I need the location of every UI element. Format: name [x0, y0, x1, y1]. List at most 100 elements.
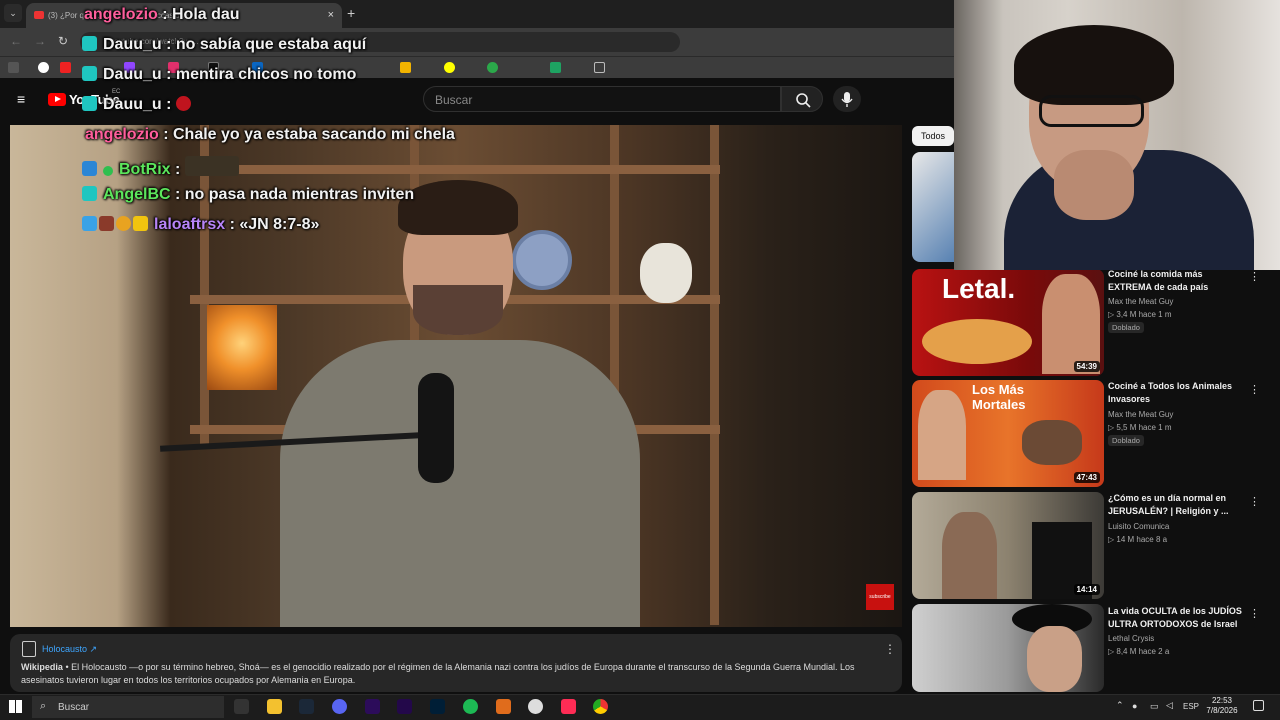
file-explorer-icon[interactable]: [267, 699, 282, 714]
folder-icon[interactable]: [594, 62, 605, 73]
steam-icon[interactable]: [299, 699, 314, 714]
info-panel-text: Wikipedia • El Holocausto —o por su térm…: [21, 661, 881, 687]
country-code: EC: [112, 89, 121, 95]
volume-icon[interactable]: ◁: [1166, 700, 1173, 711]
mic-icon: [841, 92, 853, 107]
discord-icon[interactable]: [332, 699, 347, 714]
chat-text: : Chale yo ya estaba sacando mi chela: [158, 126, 455, 143]
thumbnail-animal: [1022, 420, 1082, 465]
crown-badge-icon: [133, 216, 148, 231]
presenter-body: [280, 340, 640, 627]
epic-games-icon[interactable]: [234, 699, 249, 714]
subscriber-badge-icon: [82, 186, 97, 201]
reload-icon[interactable]: ↻: [58, 34, 68, 48]
wall-clock: [512, 230, 572, 290]
article-icon: [22, 641, 36, 657]
taskbar-search-input[interactable]: ⌕ Buscar: [32, 696, 224, 718]
clock-date: 7/8/2026: [1206, 706, 1238, 715]
more-options-icon[interactable]: ⋮: [1249, 607, 1260, 620]
subscriber-badge-icon: [82, 36, 97, 51]
chat-message: Dauu_u : no sabía que estaba aquí: [82, 36, 366, 54]
spotify-icon[interactable]: [463, 699, 478, 714]
youtube-bookmark-icon[interactable]: [60, 62, 71, 73]
chat-message: AngelBC : no pasa nada mientras inviten: [82, 186, 414, 204]
chat-username: laloaftrsx: [154, 216, 226, 233]
menu-icon[interactable]: ≡: [17, 92, 31, 106]
mic-tray-icon[interactable]: ●: [1132, 701, 1137, 711]
video-thumbnail[interactable]: [912, 604, 1104, 692]
bookmark-icon[interactable]: [444, 62, 455, 73]
windows-start-icon[interactable]: [9, 700, 22, 713]
badge-icon: [116, 216, 131, 231]
more-options-icon[interactable]: ⋮: [1249, 270, 1260, 283]
taskbar-clock[interactable]: 22:53 7/8/2026: [1202, 696, 1242, 716]
voice-search-button[interactable]: [833, 86, 861, 112]
channel-name[interactable]: Max the Meat Guy: [1108, 295, 1173, 308]
thumbnail-person: [918, 390, 966, 480]
video-title[interactable]: ¿Cómo es un día normal en JERUSALÉN? | R…: [1108, 492, 1248, 518]
chat-message: Dauu_u : mentira chicos no tomo: [82, 66, 356, 84]
video-title[interactable]: La vida OCULTA de los JUDÍOS ULTRA ORTOD…: [1108, 605, 1248, 631]
channel-name[interactable]: Max the Meat Guy: [1108, 408, 1173, 421]
close-tab-icon[interactable]: ×: [328, 9, 334, 21]
youtube-logo-icon[interactable]: [48, 93, 66, 106]
search-button[interactable]: [781, 86, 823, 112]
info-panel-title-link[interactable]: Holocausto ↗: [42, 644, 97, 655]
sheets-bookmark-icon[interactable]: [550, 62, 561, 73]
notifications-icon[interactable]: [1253, 700, 1264, 711]
info-panel-body: • El Holocausto —o por su término hebreo…: [21, 662, 855, 685]
bookmark-icon[interactable]: [487, 62, 498, 73]
more-options-icon[interactable]: ⋮: [1249, 495, 1260, 508]
chat-message: angelozio : Chale yo ya estaba sacando m…: [85, 126, 455, 144]
info-panel-source: Wikipedia: [21, 662, 63, 672]
chrome-icon[interactable]: [593, 699, 608, 714]
bot-badge-icon: [82, 161, 97, 176]
language-indicator[interactable]: ESP: [1183, 702, 1199, 711]
google-bookmark-icon[interactable]: [38, 62, 49, 73]
app-icon[interactable]: [496, 699, 511, 714]
chat-text: : mentira chicos no tomo: [161, 66, 357, 83]
subscriber-badge-icon: [82, 66, 97, 81]
webcam-overlay: [954, 0, 1280, 270]
video-duration: 14:14: [1073, 584, 1100, 595]
chat-message: laloaftrsx : «JN 8:7-8»: [82, 216, 319, 234]
network-icon[interactable]: ▭: [1150, 701, 1159, 712]
channel-name[interactable]: Lethal Crysis: [1108, 632, 1154, 645]
tab-search-button[interactable]: ⌄: [4, 4, 22, 22]
search-input[interactable]: Buscar: [423, 86, 781, 112]
video-meta: ▷ 8,4 M hace 2 a: [1108, 647, 1170, 656]
forward-icon[interactable]: →: [34, 34, 46, 48]
premiere-icon[interactable]: [397, 699, 412, 714]
tiktok-icon[interactable]: [561, 699, 576, 714]
new-tab-button[interactable]: +: [347, 5, 355, 21]
chat-text: :: [170, 161, 185, 178]
video-thumbnail[interactable]: 14:14: [912, 492, 1104, 599]
chat-username: angelozio: [84, 6, 158, 23]
subscribe-watermark[interactable]: subscribe: [866, 584, 894, 610]
photoshop-icon[interactable]: [430, 699, 445, 714]
thumbnail-person: [1027, 626, 1082, 692]
after-effects-icon[interactable]: [365, 699, 380, 714]
channel-name[interactable]: Luisito Comunica: [1108, 520, 1169, 533]
video-title[interactable]: Cociné la comida más EXTREMA de cada paí…: [1108, 268, 1248, 294]
apps-icon[interactable]: [8, 62, 19, 73]
obs-icon[interactable]: [528, 699, 543, 714]
streamer-glasses: [1039, 95, 1144, 127]
chat-username: angelozio: [85, 126, 159, 143]
filter-chip-all[interactable]: Todos: [912, 126, 954, 146]
more-options-icon[interactable]: ⋮: [884, 642, 896, 656]
more-options-icon[interactable]: ⋮: [1249, 383, 1260, 396]
back-icon[interactable]: ←: [10, 34, 22, 48]
video-thumbnail[interactable]: Los Más Mortales 47:43: [912, 380, 1104, 487]
video-title[interactable]: Cociné a Todos los Animales Invasores: [1108, 380, 1248, 406]
emote-image: [184, 156, 239, 176]
lamp: [207, 305, 277, 390]
chevron-up-icon[interactable]: ⌃: [1116, 700, 1124, 711]
subscriber-badge-icon: [82, 96, 97, 111]
video-thumbnail[interactable]: Letal. 54:39: [912, 269, 1104, 376]
bookmark-icon[interactable]: [400, 62, 411, 73]
chat-username: Dauu_u: [103, 96, 162, 113]
badge-icon: [82, 216, 97, 231]
verified-badge-icon: [103, 166, 113, 176]
video-duration: 47:43: [1073, 472, 1100, 483]
